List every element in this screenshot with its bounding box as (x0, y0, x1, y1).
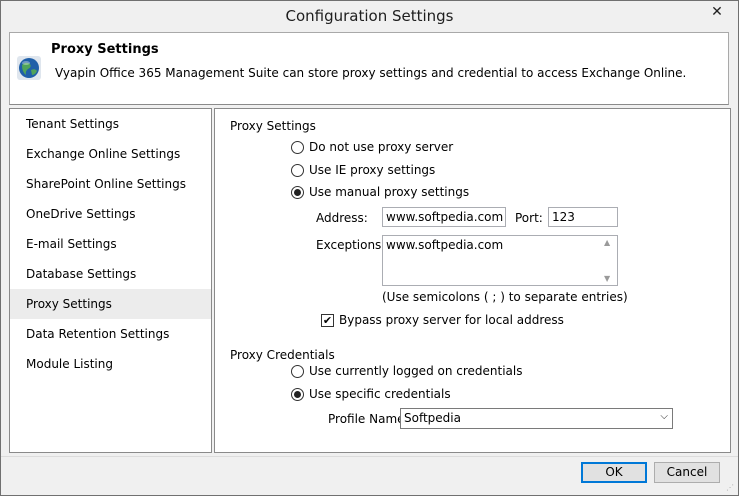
checkmark-icon: ✔ (322, 314, 333, 327)
header-panel: Proxy Settings Vyapin Office 365 Managem… (9, 32, 729, 105)
close-icon: ✕ (711, 4, 723, 20)
sidebar-item-onedrive[interactable]: OneDrive Settings (10, 199, 211, 229)
sidebar-item-exchange-online[interactable]: Exchange Online Settings (10, 139, 211, 169)
scroll-up-icon[interactable]: ▲ (604, 238, 610, 247)
radio-specific-credentials[interactable] (291, 388, 304, 401)
exceptions-hint: (Use semicolons ( ; ) to separate entrie… (382, 290, 628, 304)
window-title: Configuration Settings (285, 7, 454, 25)
radio-manual-proxy-label[interactable]: Use manual proxy settings (309, 185, 469, 199)
settings-nav: Tenant Settings Exchange Online Settings… (9, 108, 212, 453)
resize-grip-icon[interactable]: ⋰ (726, 483, 736, 493)
cancel-button[interactable]: Cancel (654, 462, 720, 483)
profile-name-value: Softpedia (404, 411, 461, 425)
scroll-down-icon[interactable]: ▼ (604, 274, 610, 283)
sidebar-item-module-listing[interactable]: Module Listing (10, 349, 211, 379)
radio-ie-proxy-label[interactable]: Use IE proxy settings (309, 163, 435, 177)
profile-name-label: Profile Name: (328, 412, 409, 426)
bypass-local-label[interactable]: Bypass proxy server for local address (339, 313, 564, 327)
radio-current-credentials-label[interactable]: Use currently logged on credentials (309, 364, 523, 378)
globe-icon (17, 56, 41, 80)
sidebar-item-sharepoint-online[interactable]: SharePoint Online Settings (10, 169, 211, 199)
credentials-section-label: Proxy Credentials (230, 348, 335, 362)
sidebar-item-database[interactable]: Database Settings (10, 259, 211, 289)
radio-no-proxy-label[interactable]: Do not use proxy server (309, 140, 453, 154)
footer-divider (1, 456, 738, 457)
ok-button[interactable]: OK (581, 462, 647, 483)
radio-manual-proxy[interactable] (291, 186, 304, 199)
exceptions-scrollbar[interactable]: ▲ ▼ (601, 236, 617, 285)
configuration-window: Configuration Settings ✕ Proxy Settings … (0, 0, 739, 496)
sidebar-item-tenant[interactable]: Tenant Settings (10, 109, 211, 139)
port-input[interactable]: 123 (548, 207, 618, 227)
title-bar: Configuration Settings ✕ (1, 1, 738, 32)
profile-name-select[interactable]: Softpedia ⌵ (400, 408, 673, 429)
radio-no-proxy[interactable] (291, 141, 304, 154)
radio-current-credentials[interactable] (291, 365, 304, 378)
header-title: Proxy Settings (51, 42, 159, 57)
exceptions-label: Exceptions: (316, 238, 386, 252)
chevron-down-icon: ⌵ (660, 411, 668, 422)
close-button[interactable]: ✕ (702, 2, 732, 22)
proxy-section-label: Proxy Settings (230, 119, 316, 133)
settings-content: Proxy Settings Do not use proxy server U… (214, 108, 731, 453)
header-description: Vyapin Office 365 Management Suite can s… (55, 66, 687, 80)
address-label: Address: (316, 211, 368, 225)
sidebar-item-proxy[interactable]: Proxy Settings (10, 289, 211, 319)
exceptions-textarea[interactable]: www.softpedia.com ▲ ▼ (382, 235, 618, 286)
port-label: Port: (515, 211, 543, 225)
sidebar-item-data-retention[interactable]: Data Retention Settings (10, 319, 211, 349)
sidebar-item-email[interactable]: E-mail Settings (10, 229, 211, 259)
radio-specific-credentials-label[interactable]: Use specific credentials (309, 387, 451, 401)
address-input[interactable]: www.softpedia.com (382, 207, 506, 227)
bypass-local-checkbox[interactable]: ✔ (321, 314, 334, 327)
exceptions-value: www.softpedia.com (386, 238, 504, 252)
radio-ie-proxy[interactable] (291, 164, 304, 177)
